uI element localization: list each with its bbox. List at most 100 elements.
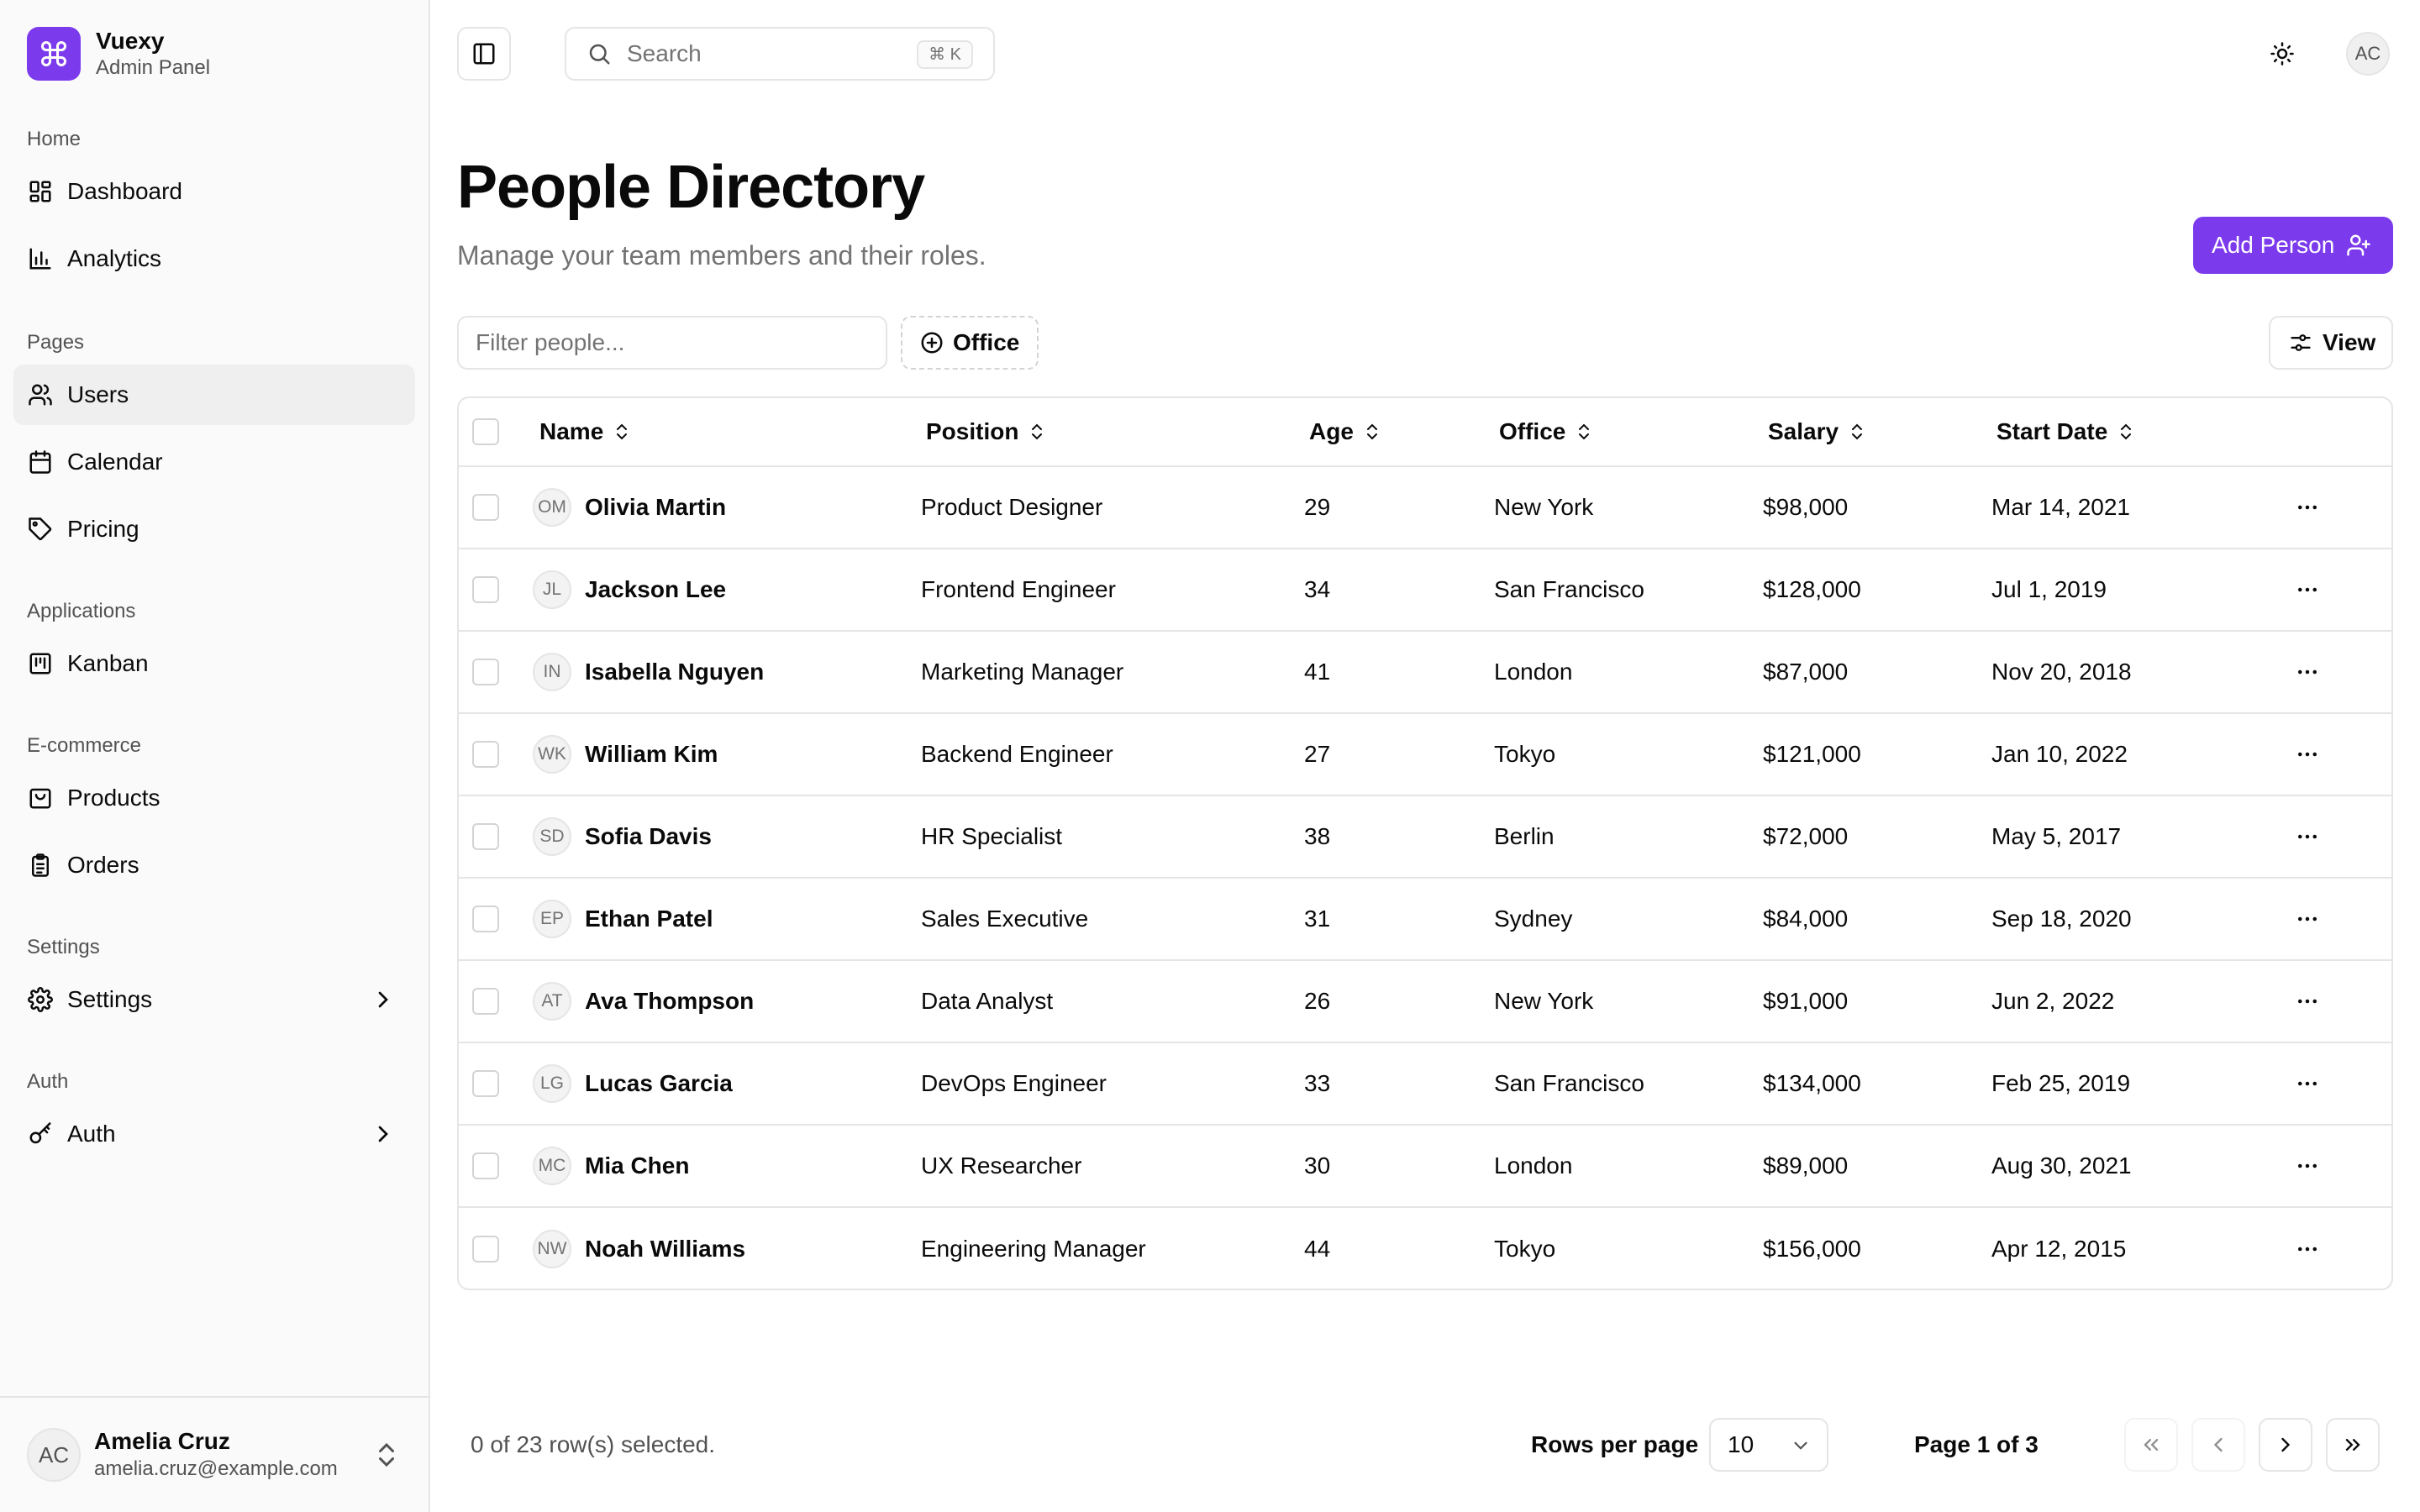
column-label: Position bbox=[926, 418, 1019, 444]
person-name: Ava Thompson bbox=[585, 988, 755, 1014]
search-icon bbox=[589, 44, 610, 65]
sidebar-item-dashboard[interactable]: Dashboard bbox=[13, 161, 415, 222]
table-row[interactable]: MC Mia Chen UX Researcher 30 London $89,000 Au… bbox=[459, 1126, 2391, 1208]
table-row[interactable]: OM Olivia Martin Product Designer 29 New Yor… bbox=[459, 467, 2391, 549]
start-date-cell: Apr 12, 2015 bbox=[1991, 1236, 2127, 1262]
row-select-cell bbox=[472, 961, 499, 1042]
add-person-button[interactable]: Add Person bbox=[2193, 217, 2393, 274]
more-horizontal-icon bbox=[2298, 1247, 2317, 1252]
start-date-cell: May 5, 2017 bbox=[1991, 823, 2122, 849]
first-page-button[interactable] bbox=[2124, 1418, 2178, 1472]
age-cell: 26 bbox=[1304, 988, 1331, 1014]
next-page-button[interactable] bbox=[2259, 1418, 2312, 1472]
brand[interactable]: Vuexy Admin Panel bbox=[27, 27, 210, 81]
office-filter-button[interactable]: Office bbox=[901, 316, 1039, 370]
sidebar-user-menu[interactable]: AC Amelia Cruz amelia.cruz@example.com bbox=[0, 1396, 429, 1512]
name-cell: EP Ethan Patel bbox=[533, 879, 713, 959]
view-options-label: View bbox=[2323, 329, 2376, 355]
row-actions-button[interactable] bbox=[2291, 1149, 2324, 1183]
avatar[interactable]: AC bbox=[2346, 32, 2390, 76]
age-cell: 31 bbox=[1304, 906, 1331, 932]
sidebar-item-users[interactable]: Users bbox=[13, 365, 415, 425]
sidebar-item-analytics[interactable]: Analytics bbox=[13, 228, 415, 289]
filter-input[interactable]: Filter people... bbox=[457, 316, 887, 370]
age-cell: 38 bbox=[1304, 823, 1331, 849]
row-checkbox[interactable] bbox=[472, 1152, 499, 1179]
row-checkbox[interactable] bbox=[472, 494, 499, 521]
nav-group-applications: Applications Kanban bbox=[13, 596, 415, 694]
nav-group-settings: Settings Settings bbox=[13, 932, 415, 1030]
column-header-start-date[interactable]: Start Date bbox=[1996, 398, 2136, 465]
page-indicator: Page 1 of 3 bbox=[1914, 1431, 2039, 1457]
sidebar-item-kanban[interactable]: Kanban bbox=[13, 633, 415, 694]
row-actions-button[interactable] bbox=[2291, 1232, 2324, 1266]
row-actions-button[interactable] bbox=[2291, 655, 2324, 689]
search-input[interactable]: Search ⌘ K bbox=[565, 27, 995, 81]
row-checkbox[interactable] bbox=[472, 741, 499, 768]
sidebar-item-orders[interactable]: Orders bbox=[13, 835, 415, 895]
row-actions-button[interactable] bbox=[2291, 820, 2324, 853]
table-row[interactable]: JL Jackson Lee Frontend Engineer 34 San Fran… bbox=[459, 549, 2391, 632]
brand-subtitle: Admin Panel bbox=[96, 56, 211, 79]
row-checkbox[interactable] bbox=[472, 823, 499, 850]
sidebar-item-label: Calendar bbox=[67, 449, 163, 475]
row-checkbox[interactable] bbox=[472, 988, 499, 1015]
sliders-icon bbox=[2291, 334, 2311, 351]
avatar: OM bbox=[533, 488, 571, 527]
table-row[interactable]: SD Sofia Davis HR Specialist 38 Berlin $72,00… bbox=[459, 796, 2391, 879]
office-cell: San Francisco bbox=[1494, 1070, 1644, 1096]
column-header-name[interactable]: Name bbox=[539, 398, 632, 465]
table-row[interactable]: AT Ava Thompson Data Analyst 26 New York $91,… bbox=[459, 961, 2391, 1043]
age-cell: 29 bbox=[1304, 494, 1331, 520]
view-options-button[interactable]: View bbox=[2269, 316, 2393, 370]
row-checkbox[interactable] bbox=[472, 1070, 499, 1097]
salary-cell: $72,000 bbox=[1763, 823, 1849, 849]
column-label: Start Date bbox=[1996, 418, 2108, 444]
row-actions-cell bbox=[2291, 879, 2324, 959]
last-page-button[interactable] bbox=[2326, 1418, 2380, 1472]
table-row[interactable]: WK William Kim Backend Engineer 27 Tokyo $121… bbox=[459, 714, 2391, 796]
nav-group-label: Auth bbox=[27, 1070, 69, 1093]
table-row[interactable]: EP Ethan Patel Sales Executive 31 Sydney $84,… bbox=[459, 879, 2391, 961]
select-all-checkbox[interactable] bbox=[472, 418, 499, 445]
start-date-cell: Aug 30, 2021 bbox=[1991, 1152, 2132, 1179]
sidebar-toggle-button[interactable] bbox=[457, 27, 511, 81]
rows-per-page-select[interactable]: 10 bbox=[1709, 1418, 1828, 1472]
calendar-icon bbox=[27, 449, 54, 475]
previous-page-button[interactable] bbox=[2191, 1418, 2245, 1472]
table-row[interactable]: IN Isabella Nguyen Marketing Manager 41 Lond… bbox=[459, 632, 2391, 714]
row-actions-button[interactable] bbox=[2291, 491, 2324, 524]
start-date-cell: Jul 1, 2019 bbox=[1991, 576, 2107, 602]
sidebar-item-pricing[interactable]: Pricing bbox=[13, 499, 415, 559]
row-checkbox[interactable] bbox=[472, 659, 499, 685]
column-header-age[interactable]: Age bbox=[1309, 398, 1382, 465]
sidebar-item-label: Auth bbox=[67, 1121, 116, 1147]
column-header-position[interactable]: Position bbox=[926, 398, 1047, 465]
add-person-label: Add Person bbox=[2212, 232, 2335, 258]
row-actions-button[interactable] bbox=[2291, 902, 2324, 936]
sidebar-item-auth[interactable]: Auth bbox=[13, 1104, 415, 1164]
sidebar-item-calendar[interactable]: Calendar bbox=[13, 432, 415, 492]
row-actions-button[interactable] bbox=[2291, 984, 2324, 1018]
table-row[interactable]: LG Lucas Garcia DevOps Engineer 33 San Franc… bbox=[459, 1043, 2391, 1126]
column-header-salary[interactable]: Salary bbox=[1768, 398, 1867, 465]
select-all-cell bbox=[472, 398, 499, 465]
theme-toggle-button[interactable] bbox=[2262, 34, 2302, 74]
row-select-cell bbox=[472, 1208, 499, 1289]
table-header: Name Position Age Office Salary Start Da… bbox=[459, 398, 2391, 467]
row-checkbox[interactable] bbox=[472, 576, 499, 603]
row-checkbox[interactable] bbox=[472, 906, 499, 932]
row-checkbox[interactable] bbox=[472, 1236, 499, 1263]
sidebar-item-settings[interactable]: Settings bbox=[13, 969, 415, 1030]
row-actions-button[interactable] bbox=[2291, 573, 2324, 606]
row-actions-button[interactable] bbox=[2291, 1067, 2324, 1100]
sidebar-item-products[interactable]: Products bbox=[13, 768, 415, 828]
column-header-office[interactable]: Office bbox=[1499, 398, 1594, 465]
office-filter-label: Office bbox=[953, 329, 1020, 355]
avatar: AC bbox=[27, 1428, 81, 1482]
sidebar-item-label: Dashboard bbox=[67, 178, 182, 204]
sort-icon bbox=[1366, 423, 1377, 440]
position-cell: Backend Engineer bbox=[921, 741, 1113, 767]
table-row[interactable]: NW Noah Williams Engineering Manager 44 Toky… bbox=[459, 1208, 2391, 1289]
row-actions-button[interactable] bbox=[2291, 738, 2324, 771]
